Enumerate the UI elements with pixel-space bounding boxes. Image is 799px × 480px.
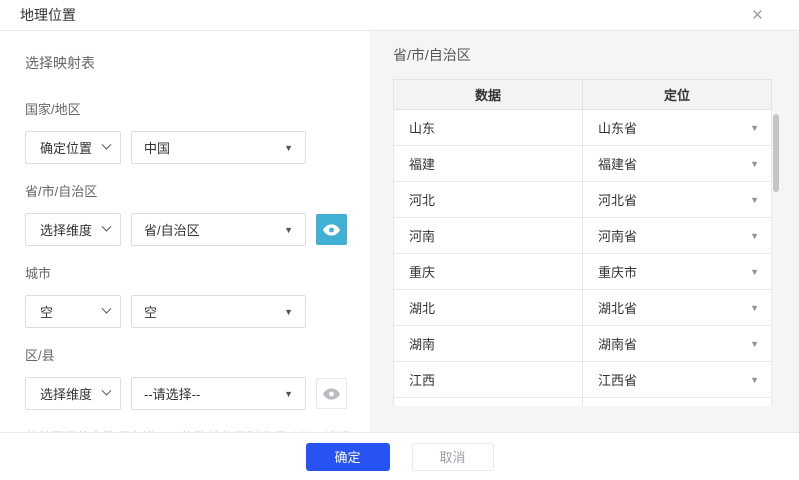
caret-down-icon: ▼: [284, 143, 293, 153]
select-value: 空: [40, 302, 99, 321]
field-label-district: 区/县: [25, 345, 370, 364]
eye-icon: [323, 388, 340, 400]
mapping-table-panel: 选择映射表 国家/地区 确定位置 中国 ▼ 省/市/自治区: [0, 31, 370, 432]
table-row: 湖北 湖北省▼: [394, 290, 772, 326]
mapping-table-container: 数据 定位 山东 山东省▼ 福建 福建省▼: [393, 79, 773, 406]
chevron-down-icon: [102, 304, 112, 314]
field-country: 国家/地区 确定位置 中国 ▼: [25, 99, 370, 164]
select-value: 选择维度: [40, 384, 99, 403]
table-row: 河南 河南省▼: [394, 218, 772, 254]
table-row: 湖南 湖南省▼: [394, 326, 772, 362]
eye-icon: [323, 224, 340, 236]
data-cell: 福建: [394, 146, 583, 182]
table-header-row: 数据 定位: [394, 80, 772, 110]
field-province: 省/市/自治区 选择维度 省/自治区 ▼: [25, 181, 370, 246]
district-value-select[interactable]: --请选择-- ▼: [131, 377, 306, 410]
field-label-city: 城市: [25, 263, 370, 282]
location-select[interactable]: 福建省▼: [583, 146, 771, 181]
caret-down-icon: ▼: [284, 389, 293, 399]
panel-title-province: 省/市/自治区: [393, 45, 799, 65]
country-mode-select[interactable]: 确定位置: [25, 131, 121, 164]
data-cell: 湖南: [394, 326, 583, 362]
location-value: 河南省: [598, 226, 750, 245]
country-value-select[interactable]: 中国 ▼: [131, 131, 306, 164]
caret-down-icon: ▼: [750, 375, 759, 385]
province-visibility-button[interactable]: [316, 214, 347, 245]
field-city: 城市 空 空 ▼: [25, 263, 370, 328]
chevron-down-icon: [102, 140, 112, 150]
table-row: 山东 山东省▼: [394, 110, 772, 146]
location-select[interactable]: 河北省▼: [583, 182, 771, 217]
location-value: 重庆市: [598, 262, 750, 281]
location-value: 福建省: [598, 154, 750, 173]
caret-down-icon: ▼: [284, 225, 293, 235]
field-label-province: 省/市/自治区: [25, 181, 370, 200]
select-value: 确定位置: [40, 138, 99, 157]
district-visibility-button[interactable]: [316, 378, 347, 409]
data-cell: 江西: [394, 362, 583, 398]
data-cell: 河北: [394, 182, 583, 218]
cancel-button[interactable]: 取消: [412, 443, 494, 471]
dialog-title: 地理位置: [20, 5, 76, 25]
table-row: 河北 河北省▼: [394, 182, 772, 218]
caret-down-icon: ▼: [750, 159, 759, 169]
data-cell: 重庆: [394, 254, 583, 290]
select-value: 选择维度: [40, 220, 99, 239]
select-value: 省/自治区: [144, 220, 278, 239]
location-select[interactable]: 江西省▼: [583, 362, 771, 397]
province-mapping-panel: 省/市/自治区 数据 定位 山东 山东省▼: [370, 31, 799, 432]
province-value-select[interactable]: 省/自治区 ▼: [131, 213, 306, 246]
mapping-table: 数据 定位 山东 山东省▼ 福建 福建省▼: [393, 79, 772, 406]
chevron-down-icon: [102, 386, 112, 396]
caret-down-icon: ▼: [750, 195, 759, 205]
data-cell: 海南: [394, 398, 583, 407]
field-district: 区/县 选择维度 --请选择-- ▼: [25, 345, 370, 410]
field-label-country: 国家/地区: [25, 99, 370, 118]
city-value-select[interactable]: 空 ▼: [131, 295, 306, 328]
caret-down-icon: ▼: [750, 339, 759, 349]
data-cell: 河南: [394, 218, 583, 254]
location-value: 湖南省: [598, 334, 750, 353]
data-cell: 湖北: [394, 290, 583, 326]
dialog-body: 选择映射表 国家/地区 确定位置 中国 ▼ 省/市/自治区: [0, 31, 799, 432]
table-row: 福建 福建省▼: [394, 146, 772, 182]
caret-down-icon: ▼: [284, 307, 293, 317]
location-value: 江西省: [598, 370, 750, 389]
location-select[interactable]: 重庆市▼: [583, 254, 771, 289]
location-select[interactable]: 河南省▼: [583, 218, 771, 253]
column-header-data: 数据: [394, 80, 583, 110]
dialog-header: 地理位置 ×: [0, 0, 799, 31]
confirm-button[interactable]: 确定: [306, 443, 390, 471]
city-mode-select[interactable]: 空: [25, 295, 121, 328]
location-select[interactable]: 湖北省▼: [583, 290, 771, 325]
column-header-location: 定位: [583, 80, 772, 110]
close-icon[interactable]: ×: [752, 6, 763, 25]
location-select[interactable]: 湖南省▼: [583, 326, 771, 361]
scrollbar-thumb[interactable]: [773, 114, 779, 192]
location-value: 湖北省: [598, 298, 750, 317]
table-row: 江西 江西省▼: [394, 362, 772, 398]
table-row: 海南 海南省▼: [394, 398, 772, 407]
location-select[interactable]: 山东省▼: [583, 110, 771, 145]
select-value: --请选择--: [144, 384, 278, 403]
data-cell: 山东: [394, 110, 583, 146]
location-value: 山东省: [598, 118, 750, 137]
district-mode-select[interactable]: 选择维度: [25, 377, 121, 410]
select-value: 中国: [144, 138, 278, 157]
location-select[interactable]: 海南省▼: [583, 398, 771, 406]
caret-down-icon: ▼: [750, 123, 759, 133]
select-value: 空: [144, 302, 278, 321]
location-value: 河北省: [598, 190, 750, 209]
table-row: 重庆 重庆市▼: [394, 254, 772, 290]
section-title-mapping: 选择映射表: [25, 53, 370, 73]
geo-location-dialog: 地理位置 × 选择映射表 国家/地区 确定位置 中国 ▼: [0, 0, 799, 480]
province-mode-select[interactable]: 选择维度: [25, 213, 121, 246]
caret-down-icon: ▼: [750, 231, 759, 241]
dialog-footer: 确定 取消: [0, 432, 799, 480]
caret-down-icon: ▼: [750, 267, 759, 277]
chevron-down-icon: [102, 222, 112, 232]
caret-down-icon: ▼: [750, 303, 759, 313]
